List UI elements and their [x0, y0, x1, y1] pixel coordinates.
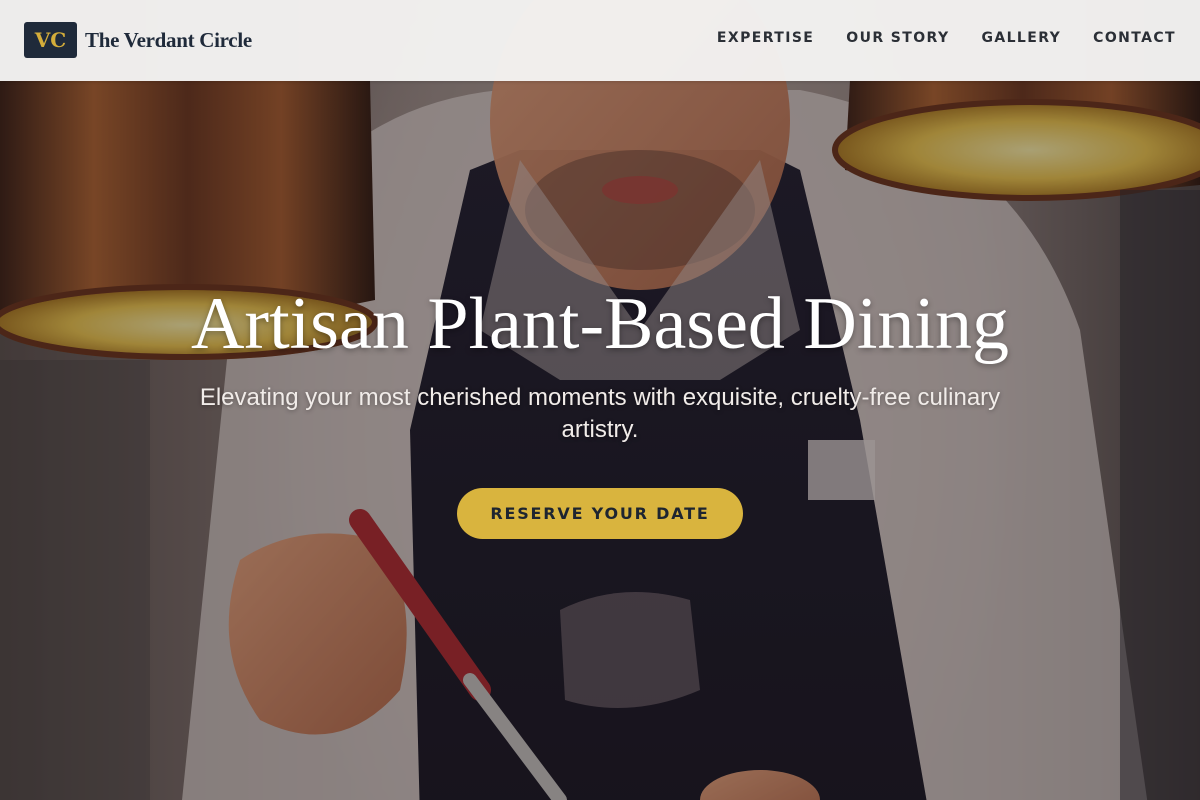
nav-item-our-story[interactable]: OUR STORY	[846, 30, 949, 46]
nav-item-expertise[interactable]: EXPERTISE	[717, 30, 814, 46]
brand-logo[interactable]: VC	[24, 22, 77, 58]
nav-item-contact[interactable]: CONTACT	[1093, 30, 1176, 46]
brand-name[interactable]: The Verdant Circle	[85, 28, 252, 53]
page: VC The Verdant Circle EXPERTISE OUR STOR…	[0, 0, 1200, 800]
hero-section: Artisan Plant-Based Dining Elevating you…	[0, 282, 1200, 539]
site-header: VC The Verdant Circle EXPERTISE OUR STOR…	[0, 0, 1200, 81]
brand[interactable]: VC The Verdant Circle	[24, 22, 252, 58]
main-nav: EXPERTISE OUR STORY GALLERY CONTACT	[685, 30, 1176, 46]
nav-item-gallery[interactable]: GALLERY	[981, 30, 1061, 46]
reserve-date-button[interactable]: RESERVE YOUR DATE	[457, 488, 743, 539]
hero-title: Artisan Plant-Based Dining	[190, 283, 1009, 365]
hero-subtitle: Elevating your most cherished moments wi…	[199, 384, 1001, 443]
